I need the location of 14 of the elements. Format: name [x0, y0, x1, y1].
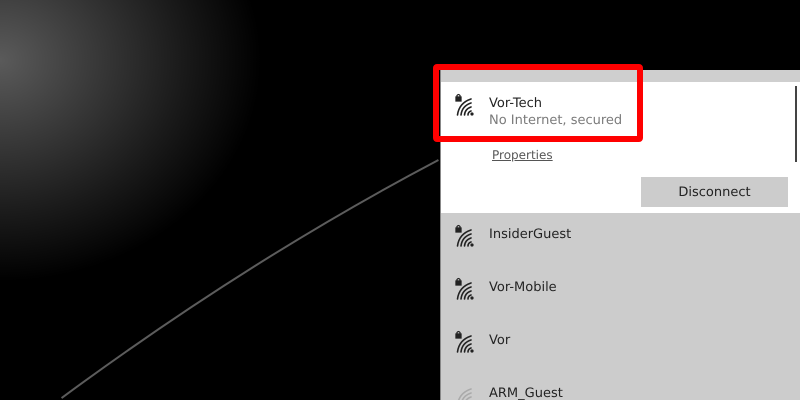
- network-item[interactable]: ARM_Guest: [441, 372, 800, 400]
- network-item[interactable]: Vor-Mobile: [441, 266, 800, 319]
- network-item[interactable]: InsiderGuest: [441, 213, 800, 266]
- network-name: Vor: [489, 333, 510, 348]
- network-status: No Internet, secured: [489, 113, 622, 128]
- network-item[interactable]: Vor: [441, 319, 800, 372]
- network-name: Vor-Tech: [489, 96, 543, 111]
- network-name: InsiderGuest: [489, 227, 572, 242]
- network-item[interactable]: Vor-Tech No Internet, secured Properties Disconnect: [441, 82, 800, 213]
- properties-link[interactable]: Properties: [492, 148, 553, 162]
- disconnect-button[interactable]: Disconnect: [641, 177, 788, 207]
- scrollbar[interactable]: [795, 86, 797, 162]
- network-name: Vor-Mobile: [489, 280, 557, 295]
- network-name: ARM_Guest: [489, 386, 563, 400]
